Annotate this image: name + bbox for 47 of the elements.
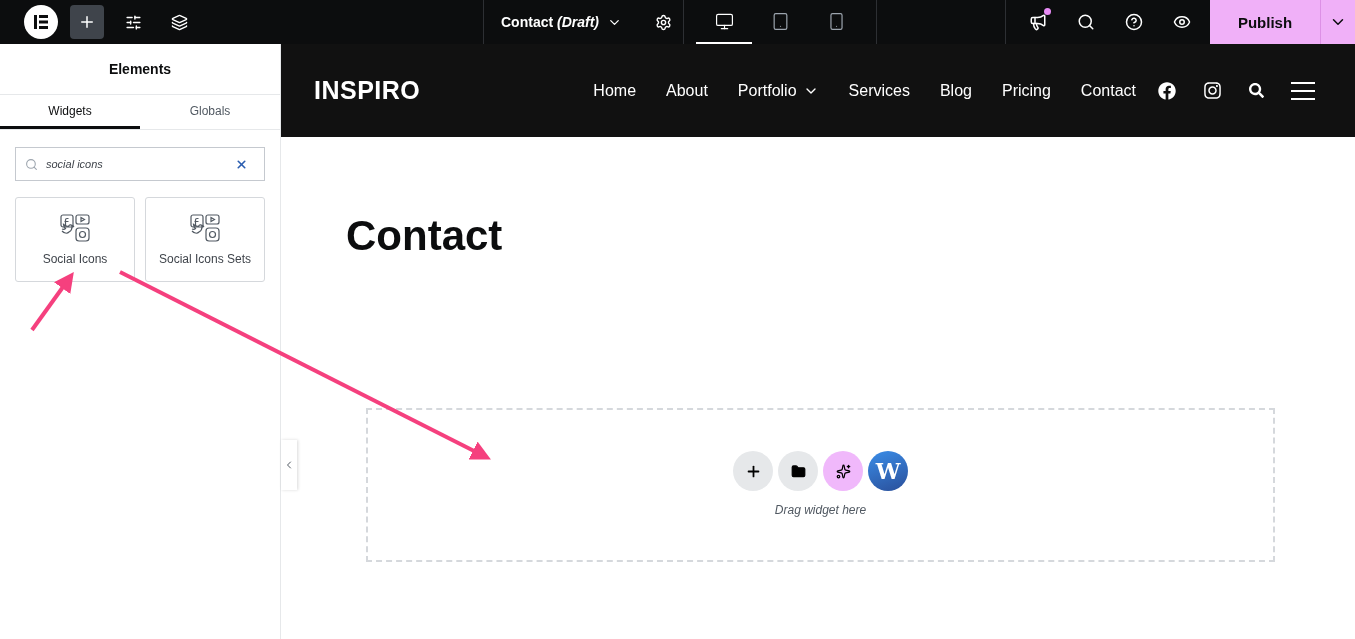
nav-link[interactable]: Contact [1080,81,1136,100]
social-icons-icon [60,213,90,242]
add-section-button[interactable] [733,451,773,491]
facebook-icon[interactable] [1158,81,1176,100]
plus-icon [78,13,96,31]
site-brand: INSPIRO [314,76,422,105]
folder-icon [790,463,806,479]
desktop-icon [714,11,734,31]
nav-link[interactable]: Home [593,81,637,100]
widget-label: Social Icons [42,251,108,266]
nav-link[interactable]: Blog [939,81,972,100]
publish-button[interactable]: Publish [1210,0,1320,44]
menu-icon[interactable] [1291,81,1315,100]
sparkle-icon [835,463,851,479]
layers-icon [170,13,188,31]
sliders-icon [124,13,142,31]
elementor-logo[interactable] [24,5,58,39]
panel-title: Elements [0,44,280,95]
add-element-button[interactable] [70,5,104,39]
wordpress-style-button[interactable]: W [868,451,908,491]
panel-tab[interactable]: Widgets [0,95,140,129]
clear-icon[interactable] [235,158,248,171]
template-library-button[interactable] [778,451,818,491]
search-icon [1077,13,1095,31]
page-heading: Contact [346,212,504,260]
drop-hint: Drag widget here [774,503,867,517]
document-title-dropdown[interactable]: Contact (Draft) [501,14,622,30]
nav-link[interactable]: About [666,81,708,100]
social-icons-icon [190,213,220,242]
widget-card[interactable]: Social Icons Sets [145,197,265,282]
logo-icon [33,14,49,30]
instagram-icon[interactable] [1203,81,1222,100]
widget-label: Social Icons Sets [158,251,251,266]
widget-card[interactable]: Social Icons [15,197,135,282]
panel-tab[interactable]: Globals [140,95,280,129]
eye-icon [1173,13,1191,31]
annotation-arrow [30,271,74,332]
gear-icon [654,13,672,31]
nav-link[interactable]: Services [848,81,910,100]
ai-sparkle-button[interactable] [823,451,863,491]
search-icon [25,158,38,171]
search-icon[interactable] [1249,83,1264,98]
nav-link[interactable]: Pricing [1001,81,1051,100]
nav-link[interactable]: Portfolio [737,81,819,100]
help-icon [1125,13,1143,31]
search-field[interactable]: social icons [15,147,265,181]
megaphone-icon [1029,13,1047,31]
